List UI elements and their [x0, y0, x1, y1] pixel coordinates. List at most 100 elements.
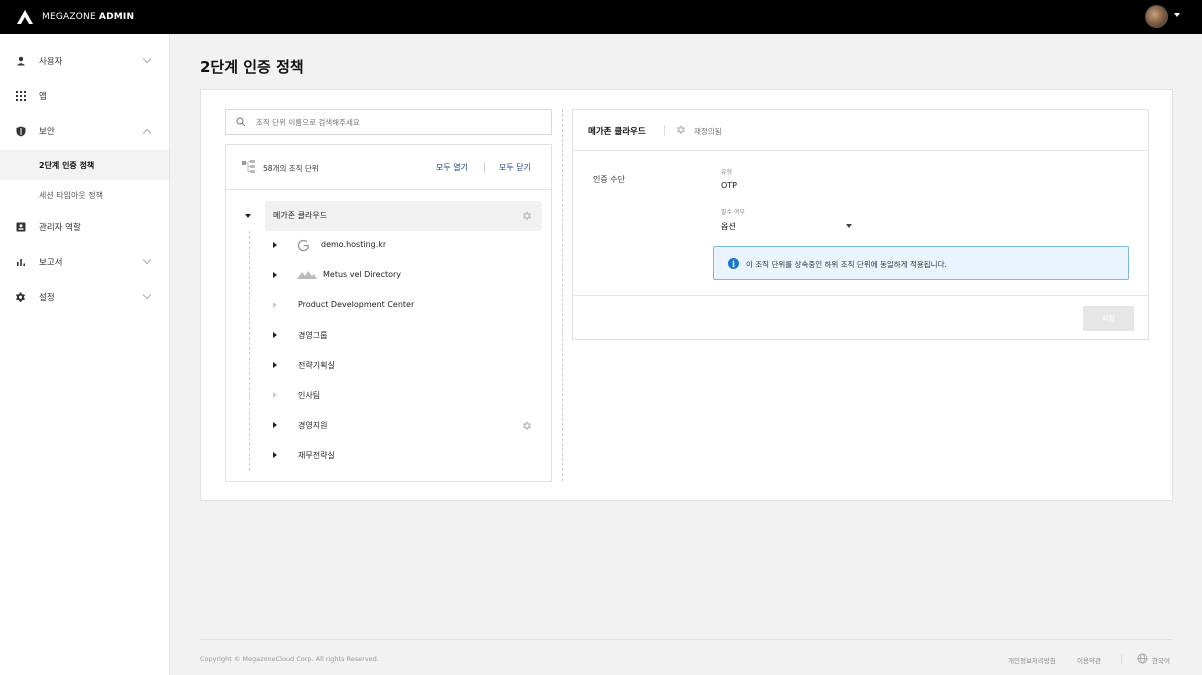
tree-node[interactable]: 전략기획실 — [265, 351, 535, 381]
org-structure-icon — [242, 160, 255, 173]
tree-node[interactable]: 경영지원 — [265, 411, 535, 441]
org-unit-count: 58개의 조직 단위 — [263, 164, 319, 173]
terms-link[interactable]: 이용약관 — [1077, 655, 1101, 665]
sidebar-subitem-label: 세션 타임아웃 정책 — [39, 190, 103, 200]
gear-icon — [15, 292, 26, 303]
chevron-down-icon — [142, 255, 152, 265]
type-field-value: OTP — [721, 181, 738, 190]
globe-icon[interactable] — [1137, 653, 1148, 664]
divider — [484, 162, 485, 173]
tree-node[interactable]: 경영그룹 — [265, 321, 535, 351]
footer-divider — [200, 639, 1173, 640]
tree-node[interactable]: 재무전략실 — [265, 441, 535, 471]
detail-title: 메가존 클라우드 — [588, 127, 646, 137]
save-button[interactable]: 저장 — [1083, 306, 1134, 331]
org-tree: 58개의 조직 단위 모두 열기 모두 닫기 메가존 클라우드 demo.hos… — [225, 144, 552, 482]
tree-node-label: 인사팀 — [298, 391, 321, 400]
copyright-text: Copyright © MegazoneCloud Corp. All righ… — [200, 655, 379, 663]
policy-card: 58개의 조직 단위 모두 열기 모두 닫기 메가존 클라우드 demo.hos… — [200, 89, 1173, 501]
detail-header: 메가존 클라우드 재정의됨 — [573, 110, 1148, 151]
tree-node-label: 전략기획실 — [298, 361, 335, 370]
info-icon: i — [728, 258, 739, 269]
tree-node-label: 재무전략실 — [298, 451, 335, 460]
shield-icon — [15, 126, 26, 137]
tree-root-label[interactable]: 메가존 클라우드 — [273, 210, 327, 221]
mountain-icon — [297, 271, 317, 279]
caret-right-icon[interactable] — [273, 332, 277, 338]
tree-node-label: 경영그룹 — [298, 331, 328, 340]
app-title: MEGAZONE ADMIN — [42, 12, 135, 22]
megazone-logo-icon — [17, 10, 33, 24]
sidebar-subitem-2fa-policy[interactable]: 2단계 인증 정책 — [0, 150, 169, 180]
sidebar-item-settings[interactable]: 설정 — [0, 280, 169, 314]
caret-right-icon — [273, 302, 277, 308]
tree-node[interactable]: 인사팀 — [265, 381, 535, 411]
sidebar-item-label: 보안 — [39, 127, 55, 137]
tree-node-label: 경영지원 — [298, 421, 328, 430]
caret-right-icon[interactable] — [273, 362, 277, 368]
sidebar-item-label: 사용자 — [39, 57, 63, 67]
privacy-policy-link[interactable]: 개인정보처리방침 — [1008, 655, 1056, 665]
divider — [664, 125, 665, 136]
sidebar-subitem-label: 2단계 인증 정책 — [39, 160, 95, 170]
org-tree-header: 58개의 조직 단위 모두 열기 모두 닫기 — [226, 145, 551, 190]
sidebar-item-label: 앱 — [39, 92, 47, 102]
caret-down-icon[interactable] — [846, 224, 852, 228]
google-icon — [297, 239, 310, 252]
sidebar-item-admin-roles[interactable]: 관리자 역할 — [0, 210, 169, 244]
sidebar-subitem-session-timeout[interactable]: 세션 타임아웃 정책 — [0, 180, 169, 210]
divider — [1121, 654, 1122, 664]
sidebar-item-apps[interactable]: 앱 — [0, 79, 169, 113]
sidebar-item-reports[interactable]: 보고서 — [0, 245, 169, 279]
gear-icon[interactable] — [522, 211, 532, 221]
language-selector[interactable]: 한국어 — [1152, 655, 1170, 665]
chevron-up-icon — [142, 128, 152, 138]
app-logo[interactable]: MEGAZONE ADMIN — [16, 9, 134, 25]
user-avatar[interactable] — [1145, 5, 1168, 28]
top-bar: MEGAZONE ADMIN — [0, 0, 1202, 34]
sidebar-item-security[interactable]: 보안 — [0, 114, 169, 148]
required-select[interactable]: 옵션 — [721, 221, 736, 232]
caret-down-icon[interactable] — [245, 214, 251, 218]
auth-method-label: 인증 수단 — [593, 175, 625, 184]
caret-right-icon[interactable] — [273, 422, 277, 428]
divider — [573, 295, 1148, 296]
panel-divider — [562, 109, 563, 481]
sidebar-item-label: 관리자 역할 — [39, 223, 81, 233]
org-search-input[interactable] — [256, 114, 546, 131]
chevron-down-icon — [142, 290, 152, 300]
tree-node-label: Metus vel Directory — [323, 270, 402, 279]
org-search-box — [225, 109, 552, 135]
override-status[interactable]: 재정의됨 — [694, 126, 722, 137]
caret-right-icon[interactable] — [273, 272, 277, 278]
user-icon — [15, 56, 26, 67]
tree-node-label: demo.hosting.kr — [321, 240, 387, 249]
page-title: 2단계 인증 정책 — [200, 58, 304, 76]
sidebar-item-users[interactable]: 사용자 — [0, 44, 169, 78]
caret-down-icon[interactable] — [1174, 13, 1180, 17]
apps-grid-icon — [15, 91, 26, 102]
required-field-label: 필수 여부 — [721, 209, 745, 216]
expand-all-link[interactable]: 모두 열기 — [436, 162, 468, 173]
caret-right-icon — [273, 392, 277, 398]
caret-right-icon[interactable] — [273, 452, 277, 458]
sidebar-item-label: 보고서 — [39, 258, 63, 268]
tree-node[interactable]: Metus vel Directory — [265, 261, 535, 291]
sidebar-item-label: 설정 — [39, 293, 55, 303]
info-notice-text: 이 조직 단위를 상속중인 하위 조직 단위에 동일하게 적용됩니다. — [746, 260, 947, 269]
type-field-label: 유형 — [721, 169, 733, 176]
policy-detail-panel: 메가존 클라우드 재정의됨 인증 수단 유형 OTP 필수 여부 옵션 i 이 … — [572, 109, 1149, 340]
tree-guide-line — [249, 231, 250, 471]
tree-node-label: Product Development Center — [298, 300, 415, 309]
collapse-all-link[interactable]: 모두 닫기 — [499, 162, 531, 173]
chevron-down-icon — [142, 54, 152, 64]
tree-node[interactable]: Product Development Center — [265, 291, 535, 321]
gear-icon[interactable] — [676, 125, 686, 135]
caret-right-icon[interactable] — [273, 242, 277, 248]
gear-icon[interactable] — [522, 421, 532, 431]
search-icon — [236, 117, 246, 127]
info-notice: i 이 조직 단위를 상속중인 하위 조직 단위에 동일하게 적용됩니다. — [713, 246, 1129, 280]
bar-chart-icon — [15, 257, 26, 268]
admin-badge-icon — [15, 222, 26, 233]
tree-node[interactable]: demo.hosting.kr — [265, 231, 535, 261]
